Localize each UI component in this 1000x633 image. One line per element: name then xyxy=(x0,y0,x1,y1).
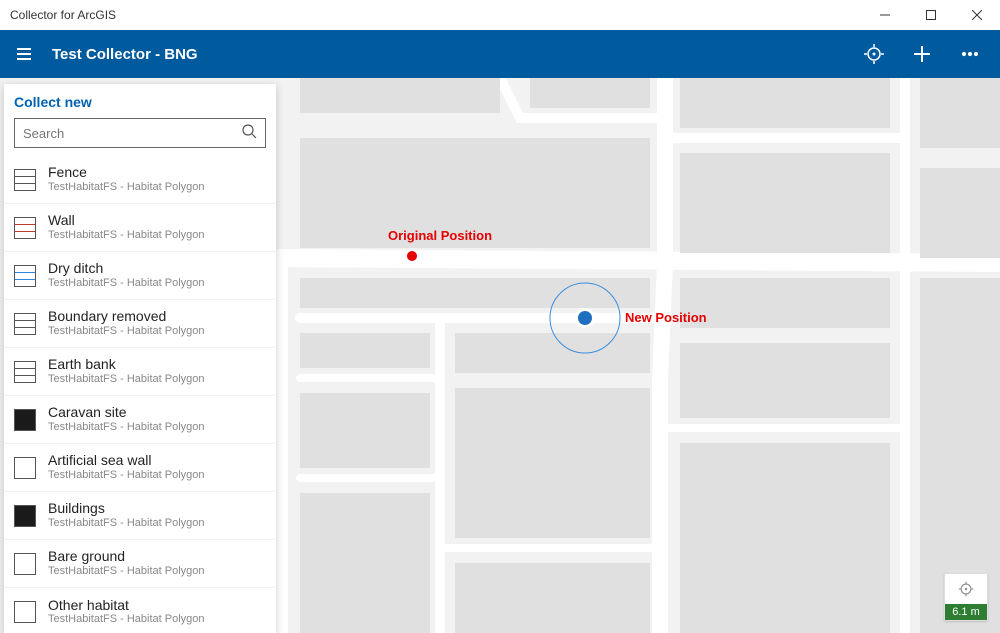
original-position-marker xyxy=(407,251,417,261)
list-item[interactable]: Earth bank TestHabitatFS - Habitat Polyg… xyxy=(4,348,276,396)
swatch-icon xyxy=(14,457,36,479)
accuracy-icon xyxy=(945,574,987,604)
swatch-icon xyxy=(14,313,36,335)
item-sublabel: TestHabitatFS - Habitat Polygon xyxy=(48,421,205,434)
item-sublabel: TestHabitatFS - Habitat Polygon xyxy=(48,325,205,338)
window-title: Collector for ArcGIS xyxy=(10,8,116,22)
add-button[interactable] xyxy=(898,30,946,78)
swatch-icon xyxy=(14,169,36,191)
swatch-icon xyxy=(14,217,36,239)
maximize-button[interactable] xyxy=(908,0,954,30)
app-header: Test Collector - BNG xyxy=(0,30,1000,78)
main-area: Original Position New Position 6.1 m Col… xyxy=(0,78,1000,633)
locate-button[interactable] xyxy=(850,30,898,78)
item-label: Wall xyxy=(48,213,205,228)
item-label: Boundary removed xyxy=(48,309,205,324)
search-input[interactable] xyxy=(23,126,241,141)
search-icon xyxy=(241,123,257,144)
map-title: Test Collector - BNG xyxy=(48,46,198,63)
item-label: Buildings xyxy=(48,501,205,516)
minimize-button[interactable] xyxy=(862,0,908,30)
list-item[interactable]: Buildings TestHabitatFS - Habitat Polygo… xyxy=(4,492,276,540)
item-sublabel: TestHabitatFS - Habitat Polygon xyxy=(48,565,205,578)
item-sublabel: TestHabitatFS - Habitat Polygon xyxy=(48,613,205,626)
annotation-original: Original Position xyxy=(388,228,492,243)
item-label: Bare ground xyxy=(48,549,205,564)
item-label: Caravan site xyxy=(48,405,205,420)
item-label: Artificial sea wall xyxy=(48,453,205,468)
swatch-icon xyxy=(14,409,36,431)
item-sublabel: TestHabitatFS - Habitat Polygon xyxy=(48,517,205,530)
more-button[interactable] xyxy=(946,30,994,78)
annotation-new: New Position xyxy=(625,310,707,325)
item-sublabel: TestHabitatFS - Habitat Polygon xyxy=(48,181,205,194)
list-item[interactable]: Other habitat TestHabitatFS - Habitat Po… xyxy=(4,588,276,633)
list-item[interactable]: Bare ground TestHabitatFS - Habitat Poly… xyxy=(4,540,276,588)
item-sublabel: TestHabitatFS - Habitat Polygon xyxy=(48,277,205,290)
swatch-icon xyxy=(14,601,36,623)
close-button[interactable] xyxy=(954,0,1000,30)
item-label: Fence xyxy=(48,165,205,180)
list-item[interactable]: Artificial sea wall TestHabitatFS - Habi… xyxy=(4,444,276,492)
accuracy-value: 6.1 m xyxy=(945,604,987,620)
new-position-marker xyxy=(578,311,592,325)
item-sublabel: TestHabitatFS - Habitat Polygon xyxy=(48,469,205,482)
list-item[interactable]: Fence TestHabitatFS - Habitat Polygon xyxy=(4,156,276,204)
search-box[interactable] xyxy=(14,118,266,148)
list-item[interactable]: Wall TestHabitatFS - Habitat Polygon xyxy=(4,204,276,252)
menu-button[interactable] xyxy=(0,30,48,78)
list-item[interactable]: Dry ditch TestHabitatFS - Habitat Polygo… xyxy=(4,252,276,300)
list-item[interactable]: Boundary removed TestHabitatFS - Habitat… xyxy=(4,300,276,348)
item-label: Other habitat xyxy=(48,598,205,613)
item-sublabel: TestHabitatFS - Habitat Polygon xyxy=(48,229,205,242)
collect-panel: Collect new Fence TestHabitatFS - Habita… xyxy=(4,84,276,633)
feature-type-list: Fence TestHabitatFS - Habitat Polygon Wa… xyxy=(4,156,276,633)
swatch-icon xyxy=(14,361,36,383)
list-item[interactable]: Caravan site TestHabitatFS - Habitat Pol… xyxy=(4,396,276,444)
accuracy-badge[interactable]: 6.1 m xyxy=(944,573,988,621)
item-sublabel: TestHabitatFS - Habitat Polygon xyxy=(48,373,205,386)
swatch-icon xyxy=(14,265,36,287)
window-titlebar: Collector for ArcGIS xyxy=(0,0,1000,30)
item-label: Earth bank xyxy=(48,357,205,372)
item-label: Dry ditch xyxy=(48,261,205,276)
swatch-icon xyxy=(14,553,36,575)
swatch-icon xyxy=(14,505,36,527)
panel-title: Collect new xyxy=(4,84,276,118)
